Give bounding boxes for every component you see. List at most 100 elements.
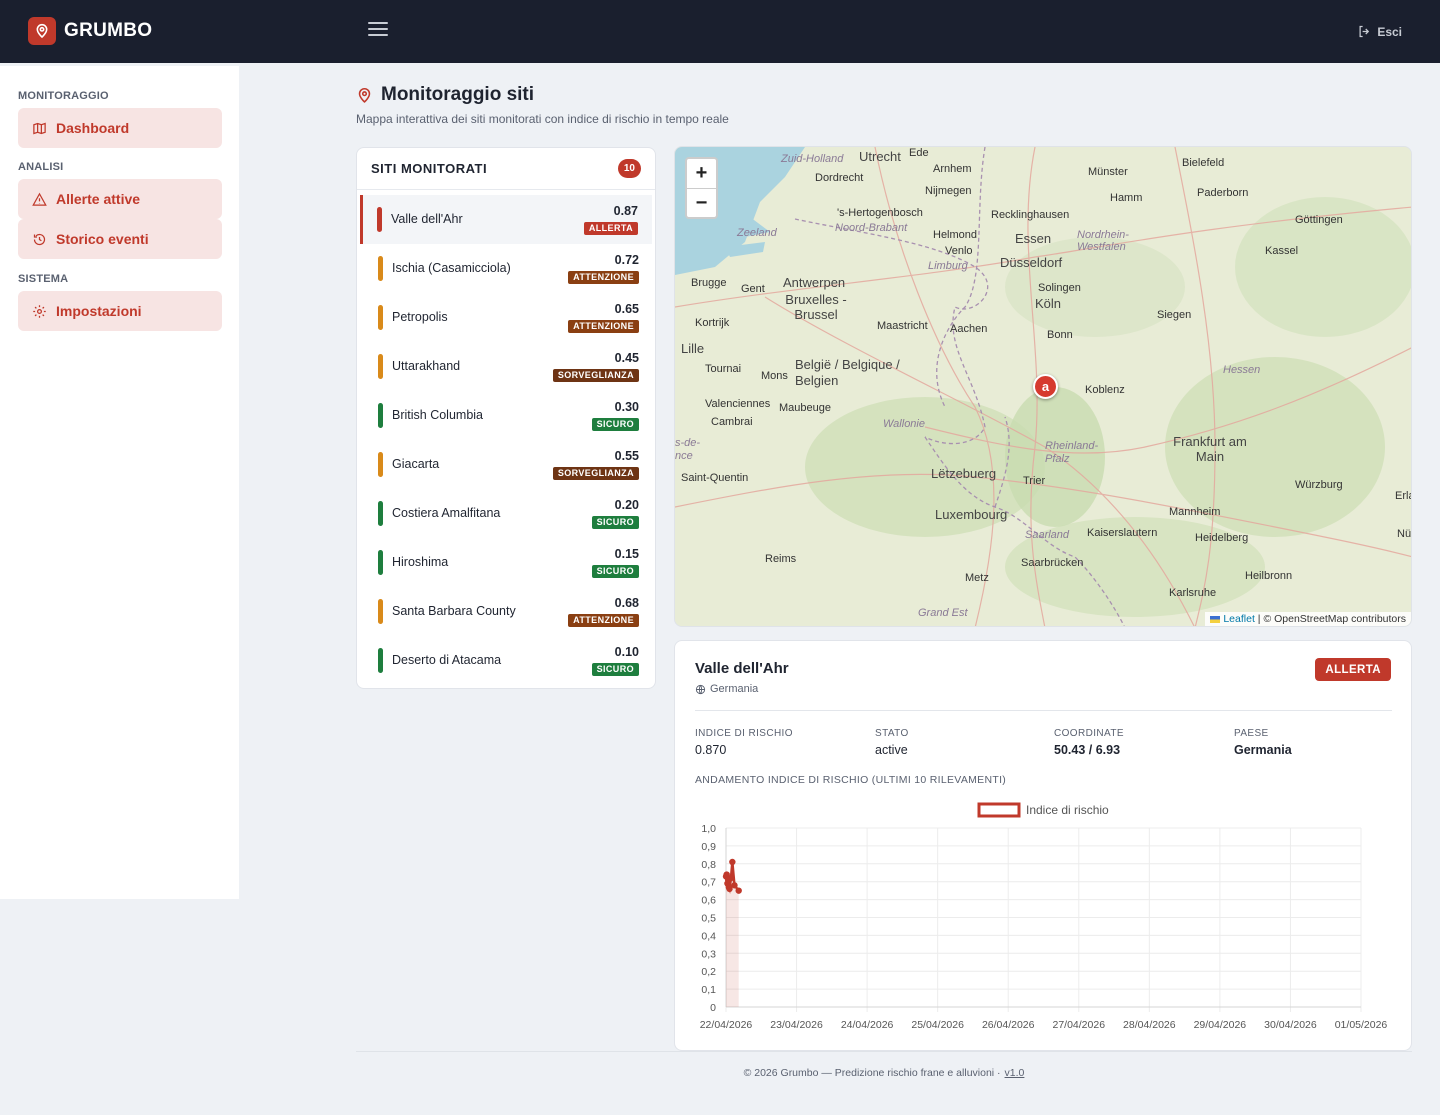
sidebar-item-allerte[interactable]: Allerte attive <box>18 179 222 219</box>
sidebar-item-label: Allerte attive <box>56 191 141 207</box>
map-label: Bielefeld <box>1182 157 1225 169</box>
map-label: Limburg <box>928 260 968 272</box>
map-label: Dordrecht <box>815 172 864 184</box>
stat-value-risk: 0.870 <box>695 743 727 757</box>
site-list-item[interactable]: British Columbia 0.30 SICURO <box>361 391 653 440</box>
site-list-item[interactable]: Deserto di Atacama 0.10 SICURO <box>361 636 653 685</box>
map-label: Antwerpen <box>783 275 846 290</box>
zoom-in-button[interactable]: + <box>687 159 716 188</box>
site-list-item[interactable]: Petropolis 0.65 ATTENZIONE <box>361 293 653 342</box>
sidebar: MONITORAGGIO Dashboard ANALISI Allerte a… <box>0 66 239 899</box>
site-list-item[interactable]: Hiroshima 0.15 SICURO <box>361 538 653 587</box>
y-tick-label: 0,4 <box>701 930 716 942</box>
map-label: Arnhem <box>933 163 972 175</box>
status-badge: ATTENZIONE <box>568 320 639 333</box>
data-point <box>735 887 742 894</box>
logout-icon <box>1359 25 1370 38</box>
brand[interactable]: GRUMBO <box>28 17 152 45</box>
map-label: Recklinghausen <box>991 209 1070 221</box>
y-tick-label: 0,2 <box>701 966 716 978</box>
site-list-item[interactable]: Valle dell'Ahr 0.87 ALLERTA <box>360 195 652 244</box>
map-label: Wallonie <box>883 418 925 430</box>
map-label: Düsseldorf <box>1000 255 1063 270</box>
map-label: Aachen <box>950 323 988 335</box>
x-tick-label: 22/04/2026 <box>700 1019 753 1031</box>
map-label: Metz <box>965 572 989 584</box>
site-name: Valle dell'Ahr <box>391 212 463 226</box>
footer-divider <box>356 1051 1412 1052</box>
map-label: Nijmegen <box>925 185 972 197</box>
sidebar-item-impostazioni[interactable]: Impostazioni <box>18 291 222 331</box>
risk-level-bar <box>378 354 383 379</box>
page-title: Monitoraggio siti <box>381 84 535 105</box>
site-marker[interactable]: a <box>1033 374 1058 399</box>
footer-text: © 2026 Grumbo — Predizione rischio frane… <box>743 1067 1001 1079</box>
map-label: Bonn <box>1047 329 1073 341</box>
sidebar-item-dashboard[interactable]: Dashboard <box>18 108 222 148</box>
data-point <box>729 858 736 866</box>
stat-value-coordinates: 50.43 / 6.93 <box>1054 743 1121 757</box>
stat-label: COORDINATE <box>1054 728 1124 739</box>
sites-panel-header: SITI MONITORATI 10 <box>357 148 655 190</box>
risk-level-bar <box>378 550 383 575</box>
map-label: Essen <box>1015 231 1052 246</box>
stat-label: INDICE DI RISCHIO <box>695 728 793 739</box>
x-tick-label: 26/04/2026 <box>982 1019 1035 1031</box>
site-list-item[interactable]: Giacarta 0.55 SORVEGLIANZA <box>361 440 653 489</box>
logout-label: Esci <box>1377 24 1402 39</box>
x-tick-label: 01/05/2026 <box>1335 1019 1388 1031</box>
sidebar-item-label: Storico eventi <box>56 231 149 247</box>
site-list-item[interactable]: Costiera Amalfitana 0.20 SICURO <box>361 489 653 538</box>
x-tick-label: 25/04/2026 <box>911 1019 964 1031</box>
risk-level-bar <box>378 648 383 673</box>
x-tick-label: 30/04/2026 <box>1264 1019 1317 1031</box>
gear-icon <box>33 304 46 318</box>
stat-label: STATO <box>875 728 909 739</box>
map[interactable]: Zuid-Holland Utrecht Ede Arnhem Münster … <box>674 146 1412 627</box>
zoom-out-button[interactable]: − <box>687 188 716 217</box>
site-name: British Columbia <box>392 408 484 422</box>
map-label: Zeeland <box>737 227 777 239</box>
sidebar-section-title: MONITORAGGIO <box>18 90 109 102</box>
globe-icon <box>695 684 706 694</box>
menu-toggle-icon[interactable] <box>368 22 388 40</box>
logout-button[interactable]: Esci <box>1357 24 1402 39</box>
history-icon <box>33 233 46 245</box>
site-list-item[interactable]: Ischia (Casamicciola) 0.72 ATTENZIONE <box>361 244 653 293</box>
site-list-item[interactable]: Uttarakhand 0.45 SORVEGLIANZA <box>361 342 653 391</box>
site-detail-title: Valle dell'Ahr <box>695 660 789 677</box>
site-name: Hiroshima <box>392 555 449 569</box>
risk-level-bar <box>378 501 383 526</box>
site-score: 0.55 <box>614 449 639 463</box>
sidebar-item-storico[interactable]: Storico eventi <box>18 219 222 259</box>
map-label: Solingen <box>1038 282 1081 294</box>
site-list-item[interactable]: Santa Barbara County 0.68 ATTENZIONE <box>361 587 653 636</box>
map-label: Grand Est <box>918 607 968 619</box>
map-label: Rheinland-Pfalz <box>1045 440 1099 465</box>
map-label: Venlo <box>945 245 973 257</box>
y-tick-label: 0,3 <box>701 948 716 960</box>
map-pin-icon <box>28 17 56 45</box>
map-label: Hamm <box>1110 192 1143 204</box>
site-score: 0.87 <box>613 204 638 218</box>
map-label: Siegen <box>1157 309 1192 321</box>
status-badge: SICURO <box>591 663 639 676</box>
map-label: Luxembourg <box>935 507 1008 522</box>
map-label: Valenciennes <box>705 398 771 410</box>
map-icon <box>33 122 46 134</box>
stat-value-country: Germania <box>1234 743 1292 757</box>
map-label: Frankfurt am Main <box>1173 434 1247 464</box>
leaflet-link[interactable]: Leaflet <box>1223 613 1255 625</box>
y-tick-label: 0,5 <box>701 913 716 925</box>
version-link[interactable]: v1.0 <box>1005 1067 1025 1079</box>
map-label: Saarbrücken <box>1021 557 1084 569</box>
map-label: Lëtzebuerg <box>931 466 997 481</box>
status-badge: SICURO <box>591 418 639 431</box>
map-label: Saint-Quentin <box>681 472 749 484</box>
map-label: Mannheim <box>1169 506 1221 518</box>
site-name: Petropolis <box>392 310 448 324</box>
sidebar-item-label: Impostazioni <box>56 303 142 319</box>
footer: © 2026 Grumbo — Predizione rischio frane… <box>0 1067 1440 1079</box>
y-tick-label: 0,8 <box>701 859 716 871</box>
map-label: Heidelberg <box>1195 532 1249 544</box>
